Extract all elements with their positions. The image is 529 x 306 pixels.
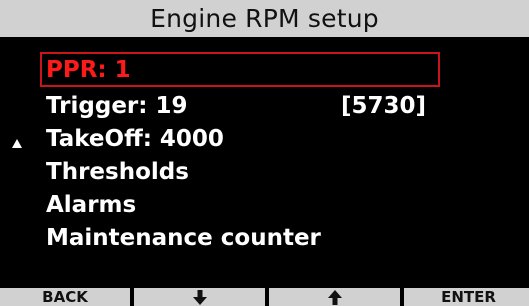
menu-list: PPR: 1 Trigger: 19 [5730] TakeOff: 4000 …	[0, 52, 529, 255]
down-button[interactable]	[134, 288, 265, 306]
menu-item-value: [5730]	[341, 93, 427, 119]
menu-item-takeoff[interactable]: TakeOff: 4000	[0, 123, 529, 156]
enter-button[interactable]: ENTER	[404, 288, 529, 306]
enter-button-label: ENTER	[441, 288, 496, 306]
menu-item-label: TakeOff: 4000	[46, 126, 224, 152]
menu-item-alarms[interactable]: Alarms	[0, 189, 529, 222]
menu-item-thresholds[interactable]: Thresholds	[0, 156, 529, 189]
menu-item-ppr[interactable]: PPR: 1	[0, 52, 529, 90]
back-button-label: BACK	[42, 288, 88, 306]
arrow-up-icon	[327, 289, 342, 305]
menu-item-label: Alarms	[46, 192, 137, 218]
up-button[interactable]	[269, 288, 400, 306]
title-bar: Engine RPM setup	[0, 0, 529, 37]
menu-item-maintenance-counter[interactable]: Maintenance counter	[0, 222, 529, 255]
triangle-up-icon	[12, 139, 22, 148]
menu-item-trigger[interactable]: Trigger: 19 [5730]	[0, 90, 529, 123]
softkey-bar: BACK ENTER	[0, 288, 529, 306]
screen-title: Engine RPM setup	[150, 4, 379, 33]
menu-item-label: Thresholds	[46, 159, 189, 185]
menu-item-label: Trigger: 19	[46, 93, 188, 119]
menu-item-label: Maintenance counter	[46, 225, 321, 251]
arrow-down-icon	[192, 289, 207, 305]
back-button[interactable]: BACK	[0, 288, 130, 306]
menu-item-label: PPR: 1	[46, 57, 131, 83]
